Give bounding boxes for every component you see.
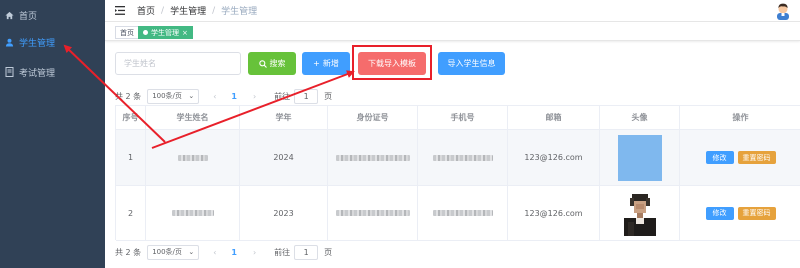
- page-size-select[interactable]: 100条/页 ⌄: [147, 88, 200, 104]
- column-header: 手机号: [418, 106, 508, 129]
- cell-year: 2024: [240, 130, 328, 185]
- goto-page-input[interactable]: 1: [294, 244, 319, 260]
- avatar-image: [617, 134, 662, 181]
- column-header: 操作: [732, 113, 749, 122]
- cell-avatar: [600, 130, 680, 185]
- user-icon: [4, 38, 14, 47]
- table-header: 序号 学生姓名 学年 身份证号 手机号 邮箱 头像 操作: [116, 106, 800, 130]
- redacted-name: [177, 154, 208, 161]
- column-header: 身份证号: [328, 106, 418, 129]
- search-button-label: 搜索: [269, 59, 286, 68]
- cell-id-number: [328, 130, 418, 185]
- page-suffix: 页: [324, 247, 333, 257]
- cell-year: 2023: [240, 186, 328, 240]
- page-size-value: 100条/页: [152, 92, 182, 100]
- column-header: 学生姓名: [146, 106, 240, 129]
- user-avatar-icon[interactable]: [774, 2, 792, 20]
- tag-label: 首页: [120, 28, 134, 37]
- table-row: 2 2023 123@126.com 修改 重置密码: [116, 186, 800, 241]
- breadcrumb-students[interactable]: 学生管理: [170, 4, 206, 17]
- pagination-top: 共 2 条 100条/页 ⌄ ‹ 1 › 前往 1 页: [115, 88, 332, 104]
- document-icon: [4, 67, 14, 77]
- cell-email: 123@126.com: [508, 186, 600, 240]
- column-header: 邮箱: [508, 106, 600, 129]
- pagination-bottom: 共 2 条 100条/页 ⌄ ‹ 1 › 前往 1 页: [115, 244, 332, 260]
- sidebar: 首页 学生管理 考试管理: [0, 0, 105, 268]
- close-icon[interactable]: ×: [182, 29, 188, 37]
- search-button[interactable]: 搜索: [248, 52, 296, 75]
- edit-button[interactable]: 修改: [705, 206, 734, 220]
- tags-view: 首页 学生管理 ×: [105, 24, 800, 41]
- sidebar-item-home[interactable]: 首页: [0, 0, 105, 30]
- table-row: 1 2024 123@126.com 修改 重置密码: [116, 130, 800, 186]
- sidebar-item-exams[interactable]: 考试管理: [0, 57, 105, 87]
- breadcrumb-current: 学生管理: [221, 7, 258, 17]
- page-suffix: 页: [324, 91, 333, 101]
- prev-page-icon[interactable]: ‹: [213, 92, 216, 101]
- goto-label: 前往: [274, 91, 291, 101]
- cell-phone: [418, 186, 508, 240]
- prev-page-icon[interactable]: ‹: [213, 248, 216, 257]
- cell-index: 1: [116, 130, 146, 185]
- pagination-total: 共 2 条: [115, 247, 142, 257]
- avatar-image: [617, 190, 662, 236]
- pagination-total: 共 2 条: [115, 91, 142, 101]
- column-header: 学年: [240, 106, 328, 129]
- redacted-id: [335, 210, 410, 216]
- page-size-select[interactable]: 100条/页 ⌄: [147, 244, 200, 260]
- sidebar-item-label: 首页: [19, 11, 38, 22]
- next-page-icon[interactable]: ›: [253, 248, 256, 257]
- chevron-down-icon: ⌄: [188, 92, 195, 100]
- cell-actions: 修改 重置密码: [680, 186, 800, 240]
- main-content: 首页 / 学生管理 / 学生管理 首页 学生管理 × 搜索: [105, 0, 800, 268]
- page-size-value: 100条/页: [152, 248, 182, 256]
- redacted-name: [171, 210, 214, 216]
- goto-label: 前往: [274, 247, 291, 257]
- cell-avatar: [600, 186, 680, 240]
- home-icon: [4, 11, 14, 20]
- redacted-phone: [432, 210, 493, 216]
- import-students-button[interactable]: 导入学生信息: [438, 52, 505, 75]
- redacted-phone: [432, 154, 493, 161]
- add-button[interactable]: + 新增: [302, 52, 350, 75]
- cell-actions: 修改 重置密码: [680, 130, 800, 185]
- goto-page-input[interactable]: 1: [294, 88, 319, 104]
- hamburger-icon[interactable]: [115, 6, 125, 15]
- breadcrumb-home[interactable]: 首页: [137, 4, 155, 17]
- active-dot-icon: [143, 30, 148, 35]
- sidebar-item-label: 考试管理: [19, 68, 56, 79]
- plus-icon: +: [313, 59, 320, 68]
- reset-password-button[interactable]: 重置密码: [737, 206, 776, 220]
- redacted-id: [335, 154, 410, 161]
- cell-phone: [418, 130, 508, 185]
- tag-home[interactable]: 首页: [115, 26, 139, 39]
- breadcrumb: 首页 / 学生管理 / 学生管理: [137, 4, 258, 18]
- search-icon: [258, 59, 267, 68]
- breadcrumb-separator: /: [161, 5, 165, 16]
- column-header: 头像: [600, 106, 680, 129]
- chevron-down-icon: ⌄: [188, 248, 195, 256]
- import-students-label: 导入学生信息: [447, 59, 496, 68]
- student-name-search-input[interactable]: [115, 52, 241, 75]
- cell-student-name: [146, 186, 240, 240]
- sidebar-item-label: 学生管理: [19, 38, 56, 49]
- students-table: 序号 学生姓名 学年 身份证号 手机号 邮箱 头像 操作 1 2024 123@…: [115, 105, 800, 241]
- current-page-number[interactable]: 1: [231, 92, 237, 101]
- breadcrumb-separator: /: [212, 5, 216, 16]
- next-page-icon[interactable]: ›: [253, 92, 256, 101]
- reset-password-button[interactable]: 重置密码: [737, 151, 776, 164]
- edit-button[interactable]: 修改: [705, 151, 734, 164]
- cell-email: 123@126.com: [508, 130, 600, 185]
- cell-id-number: [328, 186, 418, 240]
- tag-students[interactable]: 学生管理 ×: [138, 26, 193, 39]
- navbar: 首页 / 学生管理 / 学生管理: [105, 0, 800, 22]
- sidebar-item-students[interactable]: 学生管理: [0, 27, 105, 57]
- column-header: 序号: [116, 106, 146, 129]
- annotation-highlight-box: [352, 45, 432, 80]
- add-button-label: 新增: [322, 59, 339, 68]
- cell-index: 2: [116, 186, 146, 240]
- tag-label: 学生管理: [151, 28, 179, 37]
- cell-student-name: [146, 130, 240, 185]
- current-page-number[interactable]: 1: [231, 248, 237, 257]
